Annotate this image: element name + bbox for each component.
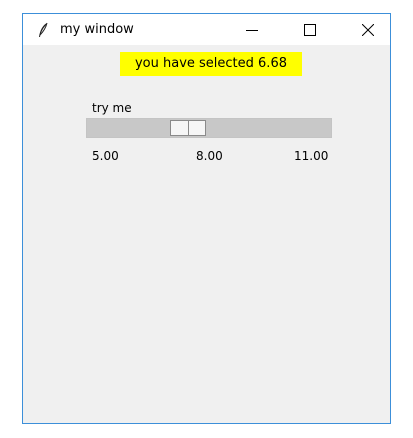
app-window: my window you have selected 6.68 try me [22, 13, 391, 424]
title-bar[interactable]: my window [23, 14, 390, 45]
close-icon [362, 24, 374, 36]
selection-label: you have selected 6.68 [120, 52, 302, 76]
maximize-icon [304, 24, 316, 36]
window-title: my window [60, 22, 134, 37]
minimize-icon [246, 30, 258, 31]
slider-tick-min: 5.00 [92, 149, 119, 163]
maximize-button[interactable] [287, 14, 333, 45]
minimize-button[interactable] [229, 14, 275, 45]
slider-tick-max: 11.00 [294, 149, 329, 163]
slider-tick-mid: 8.00 [196, 149, 223, 163]
window-client-area: you have selected 6.68 try me 5.00 8.00 … [23, 45, 390, 423]
scale-title: try me [92, 101, 132, 115]
close-button[interactable] [345, 14, 391, 45]
slider-handle[interactable] [170, 120, 206, 136]
slider-trough[interactable] [86, 118, 332, 138]
feather-icon [37, 22, 49, 38]
slider-grip-line [188, 121, 189, 135]
